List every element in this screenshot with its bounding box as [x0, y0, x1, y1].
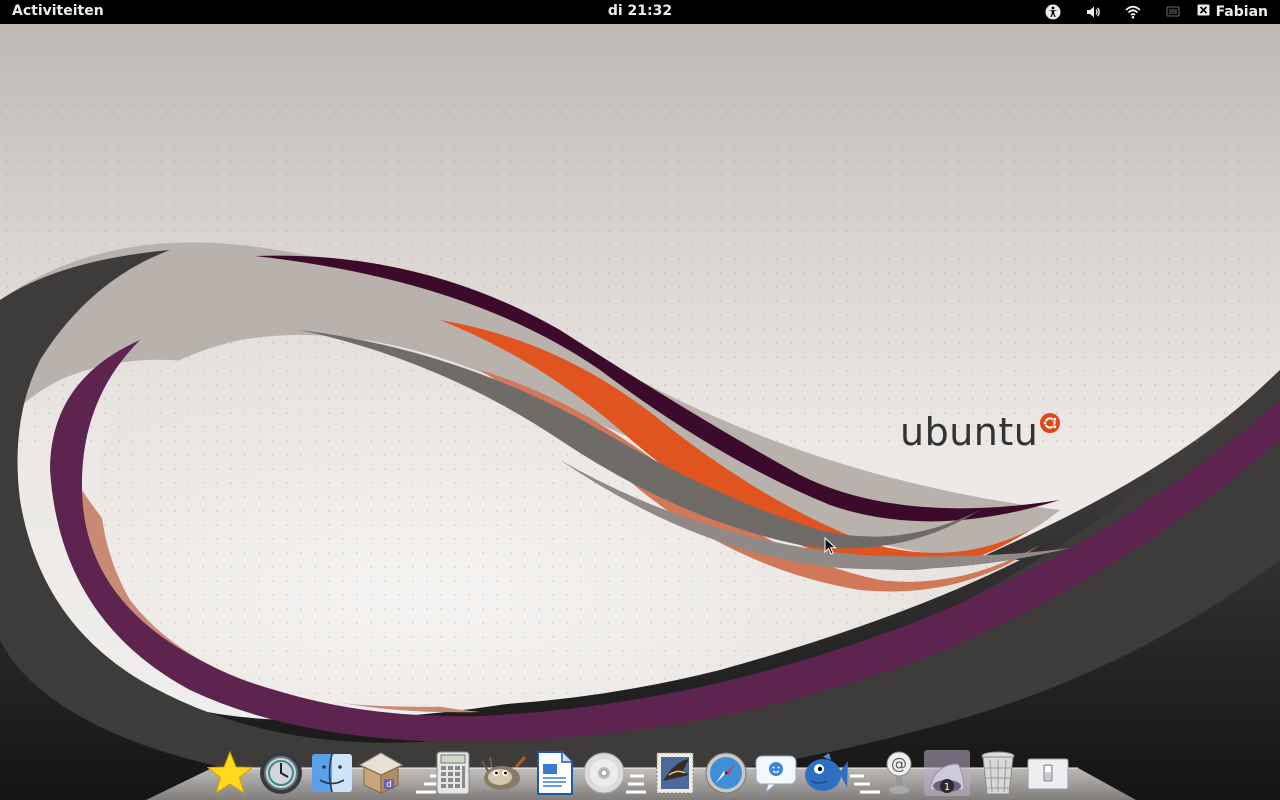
text-document-icon[interactable] [531, 750, 577, 796]
badge-count: 1 [944, 782, 950, 793]
volume-icon[interactable] [1073, 0, 1113, 24]
light-switch-icon[interactable] [1025, 750, 1071, 796]
fish-icon[interactable] [803, 750, 849, 796]
clock[interactable]: di 21:32 [608, 3, 672, 19]
ubuntu-logo-icon [1040, 413, 1060, 433]
user-name: Fabian [1215, 4, 1268, 20]
dock-shelf [146, 767, 1136, 800]
favorites-star-icon[interactable] [207, 750, 253, 796]
mouse-cursor-icon [824, 537, 837, 555]
user-icon [1197, 4, 1210, 20]
trash-icon[interactable] [975, 750, 1021, 796]
calculator-icon[interactable] [430, 750, 476, 796]
user-menu[interactable]: Fabian [1193, 4, 1280, 20]
display-icon[interactable] [1153, 0, 1193, 24]
mail-stamp-icon[interactable] [653, 750, 699, 796]
finder-icon[interactable] [309, 750, 355, 796]
wallpaper [0, 24, 1280, 800]
time-machine-icon[interactable] [258, 750, 304, 796]
gimp-icon[interactable] [480, 750, 526, 796]
accessibility-icon[interactable] [1033, 0, 1073, 24]
disc-icon[interactable] [581, 750, 627, 796]
wifi-icon[interactable] [1113, 0, 1153, 24]
badge-app-icon[interactable]: 1 [924, 750, 970, 796]
svg-text:d: d [386, 780, 392, 790]
svg-text:@: @ [891, 754, 907, 773]
safari-compass-icon[interactable] [703, 750, 749, 796]
desktop: ubuntu d @ 1 [0, 24, 1280, 800]
chat-messages-icon[interactable] [753, 750, 799, 796]
system-tray: Fabian [1033, 0, 1280, 24]
activities-button[interactable]: Activiteiten [12, 3, 104, 19]
ubuntu-logo-text: ubuntu [900, 410, 1039, 454]
top-bar: Activiteiten di 21:32 Fabian [0, 0, 1280, 24]
email-at-icon[interactable]: @ [876, 750, 922, 796]
archive-manager-icon[interactable]: d [358, 750, 404, 796]
dock: d @ 1 [0, 724, 1280, 800]
